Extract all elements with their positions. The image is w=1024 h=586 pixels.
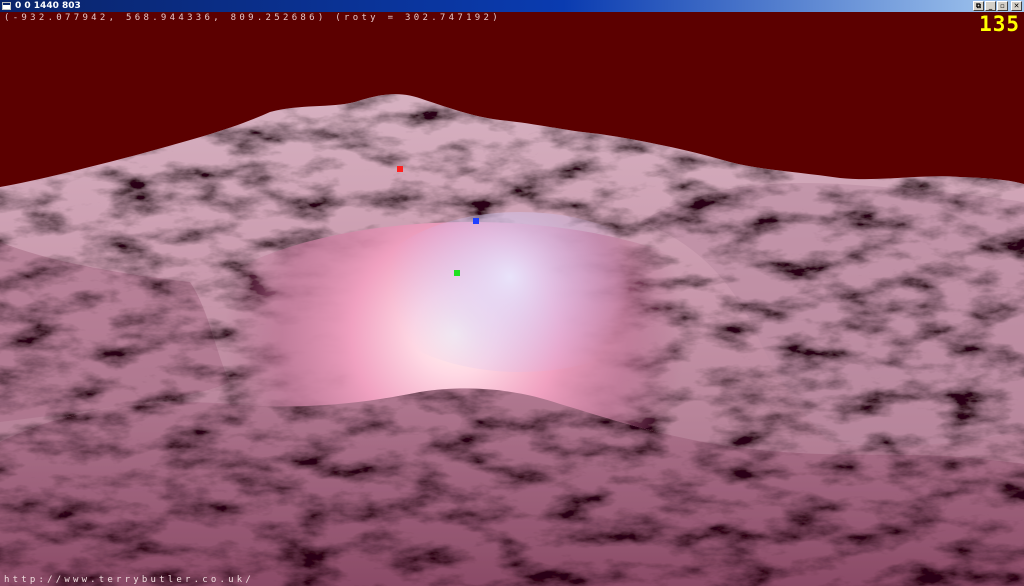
website-url: http://www.terrybutler.co.uk/ — [4, 575, 254, 585]
blue-marker — [473, 218, 479, 224]
green-marker — [454, 270, 460, 276]
close-button[interactable]: ✕ — [1011, 1, 1022, 11]
minimize-button[interactable]: _ — [985, 1, 996, 11]
camera-coordinates: (-932.077942, 568.944336, 809.252686) (r… — [4, 13, 501, 23]
restore-button[interactable]: ⧉ — [973, 1, 984, 11]
3d-viewport[interactable] — [0, 12, 1024, 586]
maximize-button[interactable]: ▫ — [997, 1, 1008, 11]
window-controls: ⧉ _ ▫ ✕ — [973, 1, 1022, 11]
terrain-render — [0, 12, 1024, 586]
app-window-icon[interactable] — [2, 2, 11, 10]
fps-counter: 135 — [979, 12, 1020, 36]
red-marker — [397, 166, 403, 172]
title-bar[interactable]: 0 0 1440 803 ⧉ _ ▫ ✕ — [0, 0, 1024, 12]
app-window: 0 0 1440 803 ⧉ _ ▫ ✕ (-932.077942, 568.9… — [0, 0, 1024, 586]
window-title: 0 0 1440 803 — [15, 1, 81, 11]
crater-blue-haze — [370, 212, 670, 372]
